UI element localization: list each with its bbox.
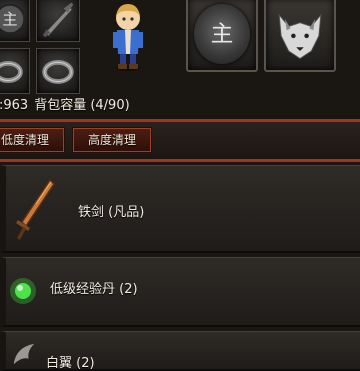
equip-slot-4[interactable]	[36, 48, 80, 94]
currency-text: 币:963	[0, 98, 29, 113]
wing-icon	[13, 343, 35, 365]
seal-icon: 主	[0, 3, 26, 35]
equip-slot-1[interactable]: 主	[0, 0, 30, 42]
equip-slot-3[interactable]	[0, 48, 30, 94]
pill-icon	[10, 278, 36, 304]
equip-slot-2[interactable]	[36, 0, 80, 42]
low-clean-button[interactable]: 低度清理	[0, 127, 65, 153]
ring-icon	[42, 60, 74, 84]
sword-icon	[16, 178, 55, 240]
list-item[interactable]: 低级经验丹 (2)	[0, 257, 360, 327]
seal-icon: 主	[211, 22, 234, 48]
title-slot[interactable]: 主	[186, 0, 258, 72]
inventory-status: 币:963 背包容量 (4/90)	[0, 96, 136, 116]
title-seal-glyph: 主	[211, 22, 234, 48]
ring-icon	[0, 61, 23, 83]
slot-1-glyph: 主	[2, 11, 17, 29]
item-name: 铁剑 (凡品)	[78, 205, 145, 220]
divider	[0, 159, 360, 162]
pet-slot[interactable]	[264, 0, 336, 72]
capacity-text: 背包容量 (4/90)	[34, 98, 130, 113]
list-item[interactable]: 白翼 (2)	[0, 331, 360, 371]
wolf-icon	[278, 13, 322, 60]
high-clean-button[interactable]: 高度清理	[72, 127, 152, 153]
character-avatar	[113, 4, 143, 71]
blade-icon	[42, 2, 74, 38]
list-item[interactable]: 铁剑 (凡品)	[0, 165, 360, 253]
item-name: 白翼 (2)	[46, 356, 95, 371]
item-name: 低级经验丹 (2)	[50, 282, 138, 297]
